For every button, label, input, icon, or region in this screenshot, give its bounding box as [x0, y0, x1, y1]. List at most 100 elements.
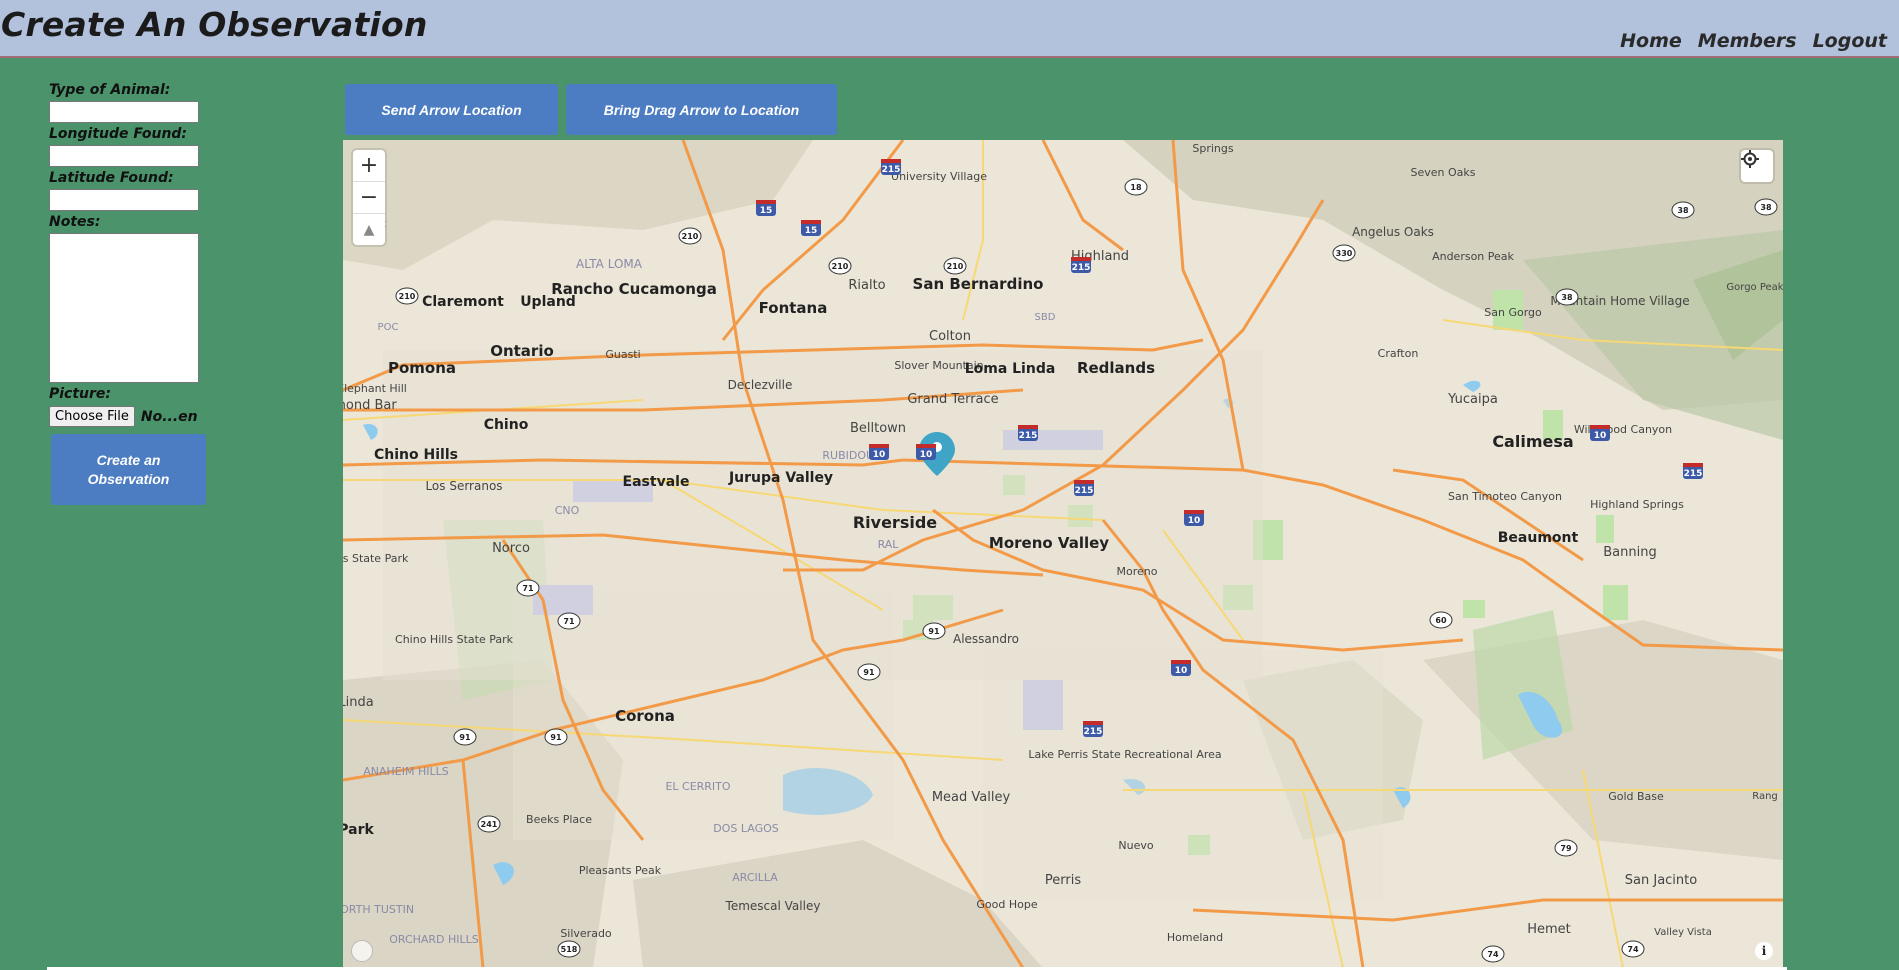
state-route-shield-icon: 79 [1554, 839, 1578, 857]
map-place-label: SBD [1035, 312, 1056, 323]
svg-text:518: 518 [561, 945, 578, 954]
map-place-label: Riverside [853, 513, 937, 532]
map-place-label: Rialto [848, 278, 885, 293]
map-place-label: Moreno Valley [989, 534, 1109, 552]
zoom-in-button[interactable]: + [353, 150, 385, 182]
zoom-out-button[interactable]: − [353, 182, 385, 214]
interstate-shield-icon: 215 [1683, 463, 1703, 479]
map-place-label: Declezville [728, 378, 793, 392]
send-arrow-location-button[interactable]: Send Arrow Location [345, 84, 558, 135]
map-place-label: Nuevo [1118, 839, 1153, 852]
svg-text:10: 10 [873, 450, 886, 460]
map-place-label: San Timoteo Canyon [1448, 490, 1562, 503]
state-route-shield-icon: 210 [395, 287, 419, 305]
choose-file-button[interactable]: Choose File [49, 406, 135, 427]
map-place-label: Highland Springs [1590, 498, 1684, 511]
page-header: Create An Observation Home Members Logou… [0, 0, 1899, 58]
svg-text:74: 74 [1487, 950, 1499, 959]
map-place-label: Lake Perris State Recreational Area [1028, 748, 1221, 761]
map-place-label: Pleasants Peak [579, 864, 662, 877]
map-place-label: Crafton [1378, 347, 1419, 360]
state-route-shield-icon: 38 [1671, 201, 1695, 219]
svg-text:18: 18 [1130, 183, 1142, 192]
map-place-label: Valley Vista [1654, 927, 1712, 938]
svg-text:10: 10 [1175, 666, 1188, 676]
map-place-label: San Bernardino [913, 275, 1044, 293]
compass-button[interactable]: ▲ [353, 214, 385, 245]
map-place-label: Angelus Oaks [1352, 225, 1434, 239]
map-place-label: San Gorgo [1484, 306, 1542, 319]
svg-text:79: 79 [1560, 844, 1572, 853]
nav-members-link[interactable]: Members [1698, 30, 1797, 52]
svg-text:215: 215 [1684, 469, 1703, 479]
svg-text:10: 10 [1188, 516, 1201, 526]
map-place-label: Wildwood Canyon [1574, 423, 1672, 436]
svg-text:10: 10 [1594, 431, 1607, 441]
bring-drag-arrow-button[interactable]: Bring Drag Arrow to Location [566, 84, 837, 135]
animal-type-label: Type of Animal: [49, 82, 171, 98]
map-place-label: Alessandro [953, 632, 1019, 646]
map-place-label: University Village [891, 170, 987, 183]
svg-text:91: 91 [863, 668, 875, 677]
create-observation-button[interactable]: Create an Observation [51, 434, 206, 505]
map-canvas[interactable]: Springs Seven Oaks University Village Angel… [343, 140, 1783, 968]
observation-form: Type of Animal: Longitude Found: Latitud… [49, 80, 249, 505]
map-place-label: Anderson Peak [1432, 250, 1514, 263]
interstate-shield-icon: 215 [1074, 480, 1094, 496]
interstate-shield-icon: 10 [869, 444, 889, 460]
map-place-label: Gold Base [1608, 790, 1664, 803]
state-route-shield-icon: 91 [922, 622, 946, 640]
svg-text:215: 215 [1075, 486, 1094, 496]
map-place-label: Silverado [560, 927, 612, 940]
map-place-label: ALTA LOMA [576, 257, 643, 271]
svg-text:215: 215 [882, 165, 901, 175]
map-place-label: Chino Hills State Park [395, 633, 514, 646]
svg-text:215: 215 [1019, 431, 1038, 441]
notes-textarea[interactable] [49, 233, 199, 383]
map-place-label: Los Serranos [425, 479, 502, 493]
state-route-shield-icon: 38 [1754, 198, 1778, 216]
map-place-label: Eastvale [623, 474, 690, 490]
attribution-info-button[interactable]: i [1755, 942, 1773, 960]
longitude-label: Longitude Found: [49, 126, 188, 142]
svg-text:241: 241 [481, 820, 498, 829]
map-place-label: Banning [1603, 545, 1656, 560]
svg-text:210: 210 [832, 262, 849, 271]
map-place-label: Good Hope [976, 898, 1037, 911]
interstate-shield-icon: 10 [1590, 425, 1610, 441]
svg-text:91: 91 [550, 733, 562, 742]
map-place-label: EL CERRITO [665, 780, 730, 793]
map-place-label: Perris [1045, 873, 1081, 888]
map-place-label: Beaumont [1498, 530, 1579, 546]
svg-text:71: 71 [522, 584, 534, 593]
nav-home-link[interactable]: Home [1620, 30, 1682, 52]
map-place-label: POC [378, 322, 399, 333]
svg-text:215: 215 [1072, 263, 1091, 273]
map-place-label: Guasti [605, 348, 640, 361]
file-picker: Choose File No...en [49, 406, 249, 427]
map-place-label: Corona [615, 707, 675, 725]
geolocate-button[interactable] [1741, 150, 1773, 182]
map-place-label: Linda [343, 695, 374, 710]
state-route-shield-icon: 518 [557, 940, 581, 958]
svg-text:215: 215 [1084, 727, 1103, 737]
map-view[interactable]: Springs Seven Oaks University Village Angel… [343, 140, 1783, 968]
map-place-label: Gorgo Peak [1726, 282, 1783, 293]
state-route-shield-icon: 330 [1332, 244, 1356, 262]
page-title: Create An Observation [1, 5, 428, 44]
state-route-shield-icon: 38 [1555, 288, 1579, 306]
svg-text:210: 210 [947, 262, 964, 271]
nav-logout-link[interactable]: Logout [1813, 30, 1887, 52]
map-place-label: Chino [484, 417, 529, 433]
longitude-input[interactable] [49, 145, 199, 167]
map-place-label: Moreno [1117, 565, 1158, 578]
map-place-label: Elephant Hill [343, 382, 407, 395]
map-action-buttons: Send Arrow Location Bring Drag Arrow to … [345, 84, 837, 135]
animal-type-input[interactable] [49, 101, 199, 123]
interstate-shield-icon: 215 [1083, 721, 1103, 737]
svg-text:91: 91 [928, 627, 940, 636]
state-route-shield-icon: 91 [453, 728, 477, 746]
latitude-input[interactable] [49, 189, 199, 211]
map-place-label: Colton [929, 329, 971, 344]
svg-text:91: 91 [459, 733, 471, 742]
